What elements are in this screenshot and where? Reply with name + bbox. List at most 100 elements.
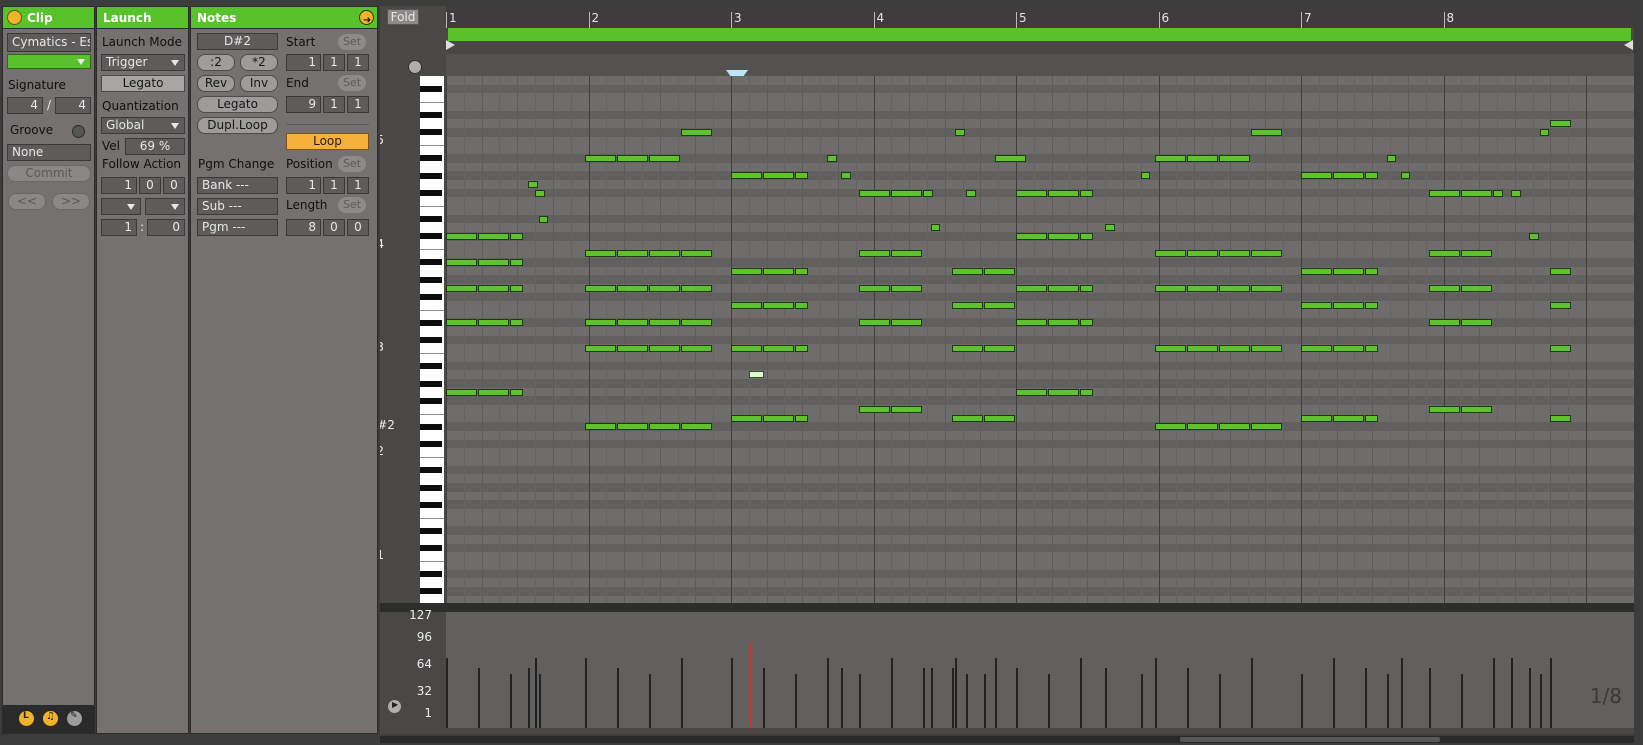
- midi-note[interactable]: [446, 258, 478, 266]
- follow-action-a-selector[interactable]: [101, 198, 141, 215]
- midi-note[interactable]: [1187, 250, 1219, 258]
- midi-note[interactable]: [731, 302, 763, 310]
- midi-note[interactable]: [731, 345, 763, 353]
- next-clip-button[interactable]: >>: [52, 193, 90, 210]
- launch-box-toggle-icon[interactable]: L: [19, 711, 34, 726]
- transpose-key-field[interactable]: D#2: [197, 33, 278, 50]
- midi-note[interactable]: [841, 172, 852, 180]
- midi-note[interactable]: [1154, 423, 1186, 431]
- velocity-stem[interactable]: [1387, 674, 1389, 728]
- midi-note[interactable]: [510, 284, 524, 292]
- sub-bank-field[interactable]: Sub ---: [197, 198, 278, 215]
- black-key[interactable]: [420, 319, 442, 326]
- velocity-stem[interactable]: [1493, 658, 1495, 728]
- midi-note[interactable]: [681, 250, 713, 258]
- midi-note[interactable]: [891, 284, 923, 292]
- midi-note[interactable]: [763, 414, 795, 422]
- velocity-stem[interactable]: [749, 642, 751, 728]
- midi-note[interactable]: [1154, 345, 1186, 353]
- midi-note[interactable]: [1365, 414, 1379, 422]
- follow-action-b-selector[interactable]: [145, 198, 185, 215]
- velocity-separator[interactable]: [380, 603, 1634, 612]
- midi-note[interactable]: [584, 250, 616, 258]
- invert-button[interactable]: Inv: [240, 75, 278, 92]
- black-key[interactable]: [420, 397, 442, 404]
- midi-note[interactable]: [617, 423, 649, 431]
- midi-note[interactable]: [731, 267, 763, 275]
- midi-note[interactable]: [1550, 267, 1571, 275]
- follow-chance-a[interactable]: 1: [101, 219, 137, 236]
- black-key[interactable]: [420, 294, 442, 300]
- midi-note[interactable]: [1511, 189, 1521, 197]
- midi-note[interactable]: [1301, 302, 1333, 310]
- midi-note[interactable]: [584, 284, 616, 292]
- midi-note[interactable]: [681, 345, 713, 353]
- midi-note[interactable]: [763, 267, 795, 275]
- midi-note[interactable]: [1429, 189, 1461, 197]
- black-key[interactable]: [420, 571, 442, 578]
- midi-note[interactable]: [1493, 189, 1504, 197]
- midi-note[interactable]: [446, 232, 478, 240]
- velocity-stem[interactable]: [841, 668, 843, 728]
- envelopes-box-toggle-icon[interactable]: ✎: [67, 711, 82, 726]
- midi-note[interactable]: [891, 189, 923, 197]
- length-bars[interactable]: 8: [286, 219, 321, 236]
- midi-note[interactable]: [584, 319, 616, 327]
- black-key[interactable]: [420, 216, 442, 223]
- preview-headphones-icon[interactable]: [408, 60, 422, 74]
- midi-note[interactable]: [795, 414, 809, 422]
- midi-note[interactable]: [1365, 345, 1379, 353]
- black-key[interactable]: [420, 545, 442, 552]
- start-bars[interactable]: 1: [286, 54, 321, 71]
- midi-note[interactable]: [951, 267, 983, 275]
- velocity-stem[interactable]: [1105, 668, 1107, 728]
- midi-note[interactable]: [731, 414, 763, 422]
- program-field[interactable]: Pgm ---: [197, 219, 278, 236]
- midi-note[interactable]: [681, 319, 713, 327]
- black-key[interactable]: [420, 129, 442, 136]
- midi-note[interactable]: [1333, 172, 1365, 180]
- note-grid[interactable]: [446, 76, 1634, 605]
- midi-note[interactable]: [1080, 189, 1094, 197]
- midi-note[interactable]: [1016, 284, 1048, 292]
- midi-note[interactable]: [1365, 172, 1379, 180]
- velocity-stem[interactable]: [1155, 658, 1157, 728]
- midi-note[interactable]: [584, 345, 616, 353]
- midi-note[interactable]: [891, 406, 923, 414]
- velocity-stem[interactable]: [1301, 674, 1303, 728]
- midi-note[interactable]: [1301, 414, 1333, 422]
- midi-note[interactable]: [446, 284, 478, 292]
- velocity-stem[interactable]: [763, 668, 765, 728]
- midi-note[interactable]: [763, 172, 795, 180]
- midi-note[interactable]: [1429, 319, 1461, 327]
- velocity-stem[interactable]: [952, 668, 954, 728]
- midi-note[interactable]: [827, 154, 837, 162]
- midi-note[interactable]: [1550, 302, 1571, 310]
- black-key[interactable]: [420, 172, 442, 179]
- midi-note[interactable]: [538, 215, 549, 223]
- midi-note[interactable]: [1016, 232, 1048, 240]
- velocity-stem[interactable]: [1365, 668, 1367, 728]
- length-set-button[interactable]: Set: [338, 197, 366, 213]
- midi-note[interactable]: [1251, 423, 1283, 431]
- black-key[interactable]: [420, 588, 442, 595]
- midi-note[interactable]: [649, 250, 681, 258]
- velocity-stem[interactable]: [955, 658, 957, 728]
- midi-note[interactable]: [795, 172, 809, 180]
- piano-keyboard[interactable]: [420, 76, 444, 603]
- midi-note[interactable]: [478, 319, 510, 327]
- midi-note[interactable]: [1140, 172, 1151, 180]
- midi-note[interactable]: [1550, 345, 1571, 353]
- fold-button[interactable]: Fold: [387, 9, 419, 25]
- midi-note[interactable]: [1080, 388, 1094, 396]
- velocity-stem[interactable]: [731, 658, 733, 728]
- midi-note[interactable]: [1080, 319, 1094, 327]
- velocity-stem[interactable]: [585, 658, 587, 728]
- midi-note[interactable]: [1429, 284, 1461, 292]
- follow-chance-b[interactable]: 0: [147, 219, 185, 236]
- midi-note[interactable]: [731, 172, 763, 180]
- midi-note[interactable]: [584, 423, 616, 431]
- end-bars[interactable]: 9: [286, 96, 321, 113]
- midi-note[interactable]: [1080, 284, 1094, 292]
- midi-note[interactable]: [681, 128, 713, 136]
